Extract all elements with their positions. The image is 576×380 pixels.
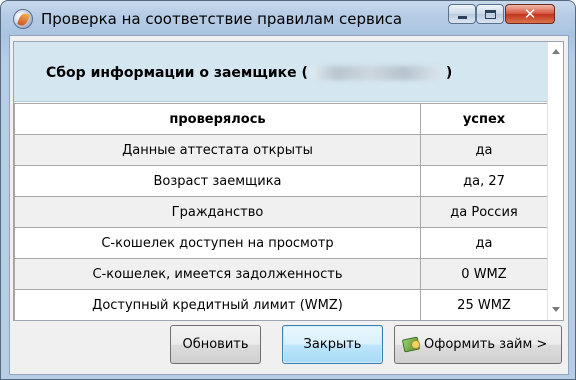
section-title-prefix: Сбор информации о заемщике ( (46, 65, 308, 81)
close-icon: ✕ (523, 4, 537, 23)
table-row: Доступный кредитный лимит (WMZ) 25 WMZ (14, 289, 548, 320)
scroll-up-arrow-icon[interactable] (552, 49, 560, 54)
window-title: Проверка на соответствие правилам сервис… (41, 10, 403, 28)
table-row: Данные аттестата открыты да (14, 134, 548, 166)
close-button[interactable]: Закрыть (282, 325, 383, 364)
result-cell: да, 27 (420, 165, 548, 197)
table-row: С-кошелек, имеется задолженность 0 WMZ (14, 258, 548, 290)
result-cell: 0 WMZ (420, 258, 548, 290)
result-cell: да (420, 227, 548, 259)
column-header-checked: проверялось (14, 103, 421, 135)
result-cell: да Россия (420, 196, 548, 228)
result-cell: да (420, 134, 548, 166)
column-header-success: успех (420, 103, 548, 135)
webmoney-app-icon (13, 9, 33, 29)
table-header-row: проверялось успех (14, 103, 548, 135)
section-header: Сбор информации о заемщике ( ) (14, 42, 547, 102)
result-cell: 25 WMZ (420, 289, 548, 320)
check-cell: Доступный кредитный лимит (WMZ) (14, 289, 421, 320)
vertical-scrollbar[interactable] (547, 42, 563, 320)
section-title-suffix: ) (445, 65, 453, 81)
dialog-window: Проверка на соответствие правилам сервис… (0, 0, 576, 380)
money-icon (401, 336, 421, 353)
minimize-icon (457, 16, 467, 19)
table-row: Гражданство да Россия (14, 196, 548, 228)
close-window-button[interactable]: ✕ (505, 4, 555, 24)
check-cell: Гражданство (14, 196, 421, 228)
refresh-button[interactable]: Обновить (170, 325, 261, 364)
table-row: Возраст заемщика да, 27 (14, 165, 548, 197)
apply-loan-label: Оформить займ (424, 337, 533, 352)
section-title: Сбор информации о заемщике ( ) (46, 65, 452, 81)
chevron-right-icon: > (536, 337, 548, 352)
minimize-button[interactable] (448, 4, 476, 24)
check-cell: Возраст заемщика (14, 165, 421, 197)
table-row: С-кошелек доступен на просмотр да (14, 227, 548, 259)
apply-loan-button[interactable]: Оформить займ > (394, 325, 562, 364)
report-panel: Сбор информации о заемщике ( ) проверяло… (13, 41, 564, 321)
maximize-button[interactable] (476, 4, 504, 24)
maximize-icon (484, 9, 496, 19)
blurred-wmid (309, 66, 444, 80)
scroll-down-arrow-icon[interactable] (552, 307, 560, 312)
title-bar[interactable]: Проверка на соответствие правилам сервис… (1, 1, 575, 35)
dialog-body: Сбор информации о заемщике ( ) проверяло… (9, 35, 569, 375)
check-cell: С-кошелек, имеется задолженность (14, 258, 421, 290)
checks-table: проверялось успех Данные аттестата откры… (14, 103, 548, 320)
check-cell: Данные аттестата открыты (14, 134, 421, 166)
check-cell: С-кошелек доступен на просмотр (14, 227, 421, 259)
